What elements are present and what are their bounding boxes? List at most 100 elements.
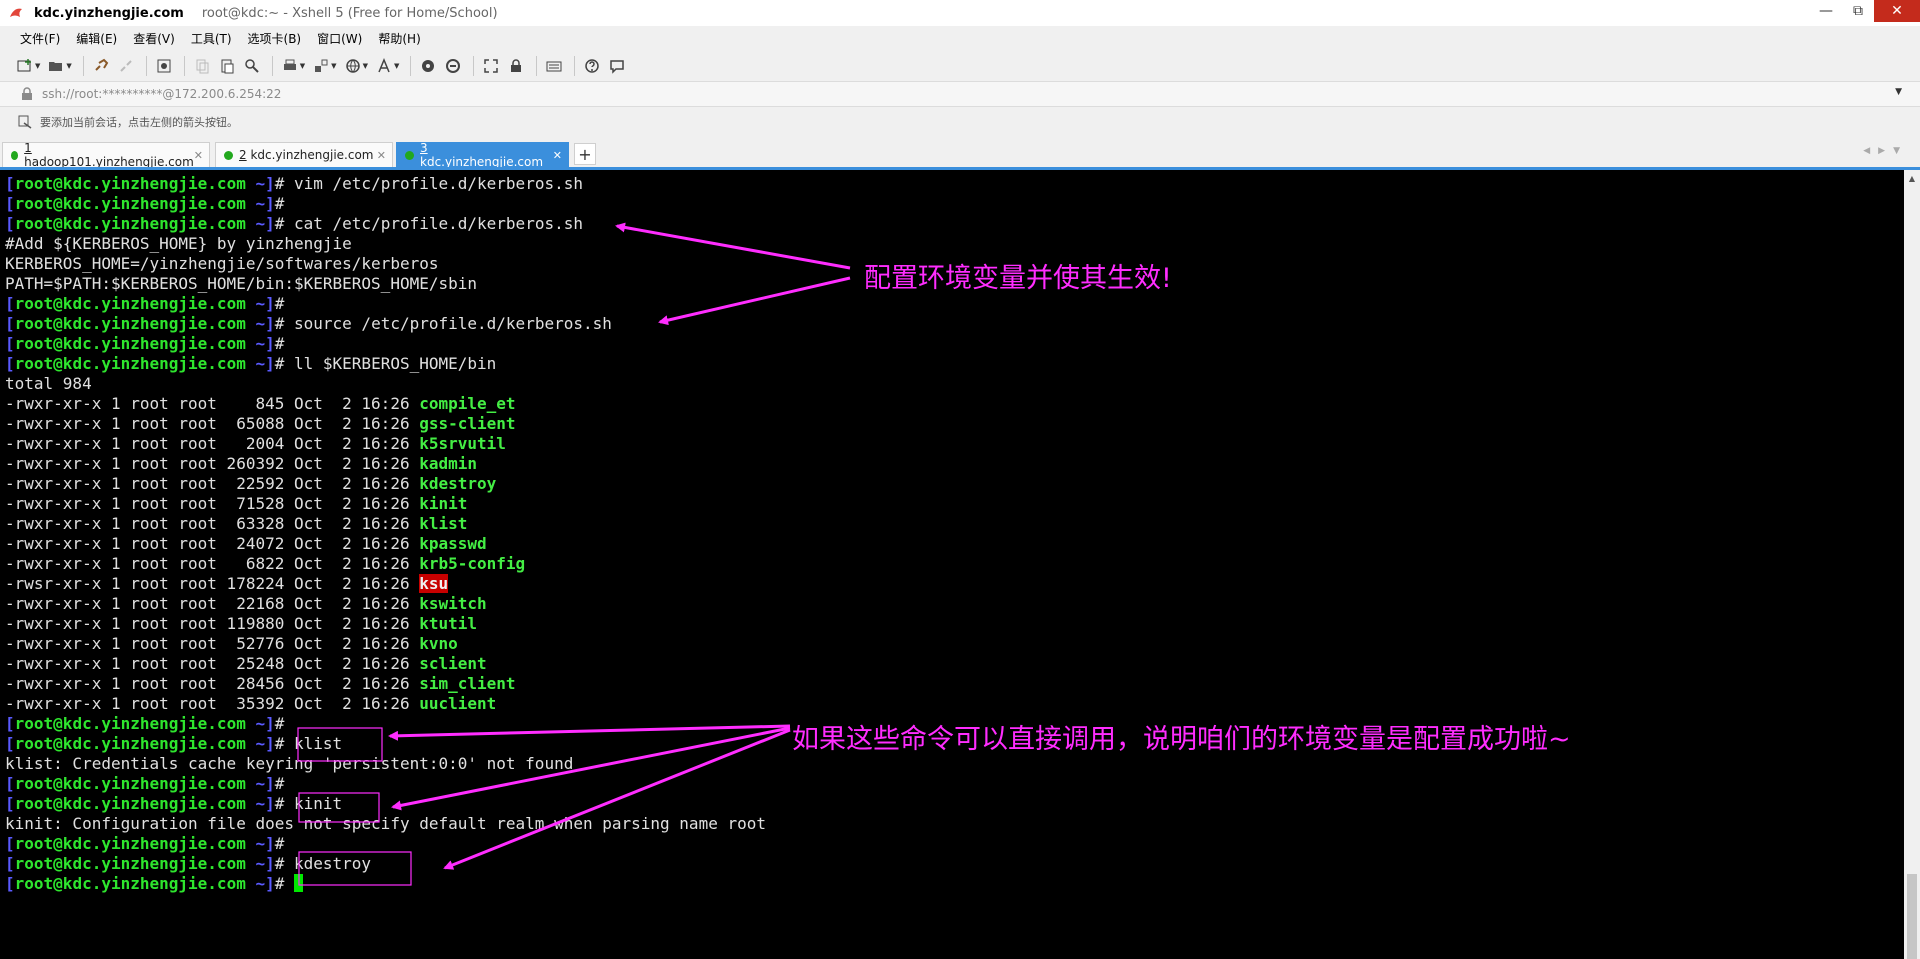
minimize-button[interactable]: — [1810, 0, 1842, 22]
toolbar-separator [82, 55, 84, 76]
prompt-symbol: # [274, 314, 294, 333]
xftp-button[interactable] [417, 55, 439, 77]
fullscreen-button[interactable] [480, 55, 502, 77]
new-tab-button[interactable]: + [574, 143, 596, 165]
font-button[interactable] [373, 55, 395, 77]
tab-session-3[interactable]: 3 kdc.yinzhengjie.com ✕ [396, 141, 569, 169]
tab-session-2[interactable]: 2 kdc.yinzhengjie.com ✕ [215, 142, 393, 167]
chevron-down-icon[interactable]: ▼ [1895, 87, 1902, 97]
tab-navigation[interactable]: ◀▶▼ [1863, 146, 1908, 156]
menu-view[interactable]: 查看(V) [125, 30, 183, 47]
file-attributes: -rwxr-xr-x 1 root root 6822 Oct 2 16:26 [5, 554, 420, 573]
file-attributes: -rwxr-xr-x 1 root root 260392 Oct 2 16:2… [5, 454, 420, 473]
scrollbar-thumb[interactable] [1907, 874, 1917, 959]
command-text: kdestroy [294, 854, 372, 873]
open-dropdown[interactable]: ▼ [66, 62, 71, 70]
transfer-button[interactable] [310, 55, 332, 77]
menu-bar: 文件(F) 编辑(E) 查看(V) 工具(T) 选项卡(B) 窗口(W) 帮助(… [0, 26, 1920, 50]
close-tab-icon[interactable]: ✕ [377, 149, 386, 162]
find-button[interactable] [241, 55, 263, 77]
prompt-dir: ~] [245, 854, 275, 873]
connected-status-icon [405, 150, 414, 160]
menu-edit[interactable]: 编辑(E) [68, 30, 125, 47]
toolbar: ▼ ▼ ▼ ▼ ▼ ▼ [0, 50, 1920, 82]
lock-button[interactable] [505, 55, 527, 77]
prompt-bracket: [ [5, 794, 15, 813]
add-session-arrow-icon[interactable] [18, 115, 32, 129]
toolbar-separator [473, 55, 475, 76]
help-button[interactable] [581, 55, 603, 77]
executable-name: krb5-config [419, 554, 526, 573]
prompt-user-host: root@kdc.yinzhengjie.com [14, 714, 246, 733]
font-icon [378, 57, 390, 72]
tab-label: 1 hadoop101.yinzhengjie.com [24, 141, 194, 169]
new-session-icon [17, 58, 31, 71]
globe-dropdown[interactable]: ▼ [363, 62, 368, 70]
prompt-user-host: root@kdc.yinzhengjie.com [14, 734, 246, 753]
executable-name: klist [419, 514, 468, 533]
chat-icon [610, 59, 625, 74]
keyboard-button[interactable] [543, 55, 565, 77]
new-session-dropdown[interactable]: ▼ [35, 62, 40, 70]
keyboard-icon [546, 61, 562, 71]
script-button[interactable] [442, 55, 464, 77]
menu-tabs[interactable]: 选项卡(B) [240, 30, 310, 47]
prompt-symbol: # [274, 334, 294, 353]
prompt-symbol: # [274, 354, 294, 373]
tab-session-1[interactable]: 1 hadoop101.yinzhengjie.com ✕ [2, 141, 210, 169]
properties-button[interactable] [153, 55, 175, 77]
prompt-bracket: [ [5, 174, 15, 193]
prompt-user-host: root@kdc.yinzhengjie.com [14, 774, 246, 793]
transfer-dropdown[interactable]: ▼ [331, 62, 336, 70]
xftp-icon [422, 59, 435, 72]
address-bar[interactable]: ssh://root:**********@172.200.6.254:22 ▼ [0, 82, 1920, 107]
prompt-dir: ~] [245, 174, 275, 193]
file-content-line: #Add ${KERBEROS_HOME} by yinzhengjie [5, 234, 352, 253]
prompt-dir: ~] [245, 334, 275, 353]
prompt-user-host: root@kdc.yinzhengjie.com [14, 314, 246, 333]
executable-name: compile_et [419, 394, 516, 413]
prompt-bracket: [ [5, 294, 15, 313]
prompt-symbol: # [274, 214, 294, 233]
disconnect-button[interactable] [115, 55, 137, 77]
menu-help[interactable]: 帮助(H) [370, 30, 428, 47]
terminal-output[interactable]: [root@kdc.yinzhengjie.com ~]# vim /etc/p… [5, 174, 766, 894]
hint-text: 要添加当前会话，点击左侧的箭头按钮。 [40, 116, 238, 129]
prompt-user-host: root@kdc.yinzhengjie.com [14, 214, 246, 233]
close-tab-icon[interactable]: ✕ [553, 149, 562, 162]
menu-window[interactable]: 窗口(W) [309, 30, 370, 47]
executable-name: kadmin [419, 454, 478, 473]
chat-button[interactable] [606, 55, 628, 77]
close-button[interactable]: ✕ [1874, 0, 1920, 22]
font-dropdown[interactable]: ▼ [394, 62, 399, 70]
prompt-symbol: # [274, 194, 294, 213]
annotation-note-env: 配置环境变量并使其生效! [864, 263, 1172, 294]
file-attributes: -rwxr-xr-x 1 root root 119880 Oct 2 16:2… [5, 614, 420, 633]
reconnect-button[interactable] [90, 55, 112, 77]
prompt-dir: ~] [245, 314, 275, 333]
scroll-up-icon[interactable]: ▲ [1904, 170, 1920, 186]
open-button[interactable] [45, 55, 67, 77]
menu-tools[interactable]: 工具(T) [183, 30, 240, 47]
restore-button[interactable]: ⧉ [1842, 0, 1874, 22]
menu-file[interactable]: 文件(F) [12, 30, 68, 47]
new-session-button[interactable] [14, 55, 36, 77]
command-text: source /etc/profile.d/kerberos.sh [294, 314, 612, 333]
paste-button[interactable] [216, 55, 238, 77]
toolbar-separator [145, 55, 147, 76]
print-dropdown[interactable]: ▼ [300, 62, 305, 70]
globe-button[interactable] [342, 55, 364, 77]
command-text: vim /etc/profile.d/kerberos.sh [294, 174, 583, 193]
prompt-user-host: root@kdc.yinzhengjie.com [14, 834, 246, 853]
prompt-bracket: [ [5, 834, 15, 853]
close-tab-icon[interactable]: ✕ [194, 149, 203, 162]
prompt-bracket: [ [5, 774, 15, 793]
copy-button[interactable] [191, 55, 213, 77]
prompt-bracket: [ [5, 314, 15, 333]
terminal-scrollbar[interactable]: ▲ [1904, 170, 1920, 959]
connected-status-icon [11, 150, 19, 160]
session-address[interactable]: ssh://root:**********@172.200.6.254:22 [42, 87, 281, 101]
fullscreen-icon [484, 58, 499, 73]
file-attributes: -rwxr-xr-x 1 root root 24072 Oct 2 16:26 [5, 534, 420, 553]
print-button[interactable] [279, 55, 301, 77]
